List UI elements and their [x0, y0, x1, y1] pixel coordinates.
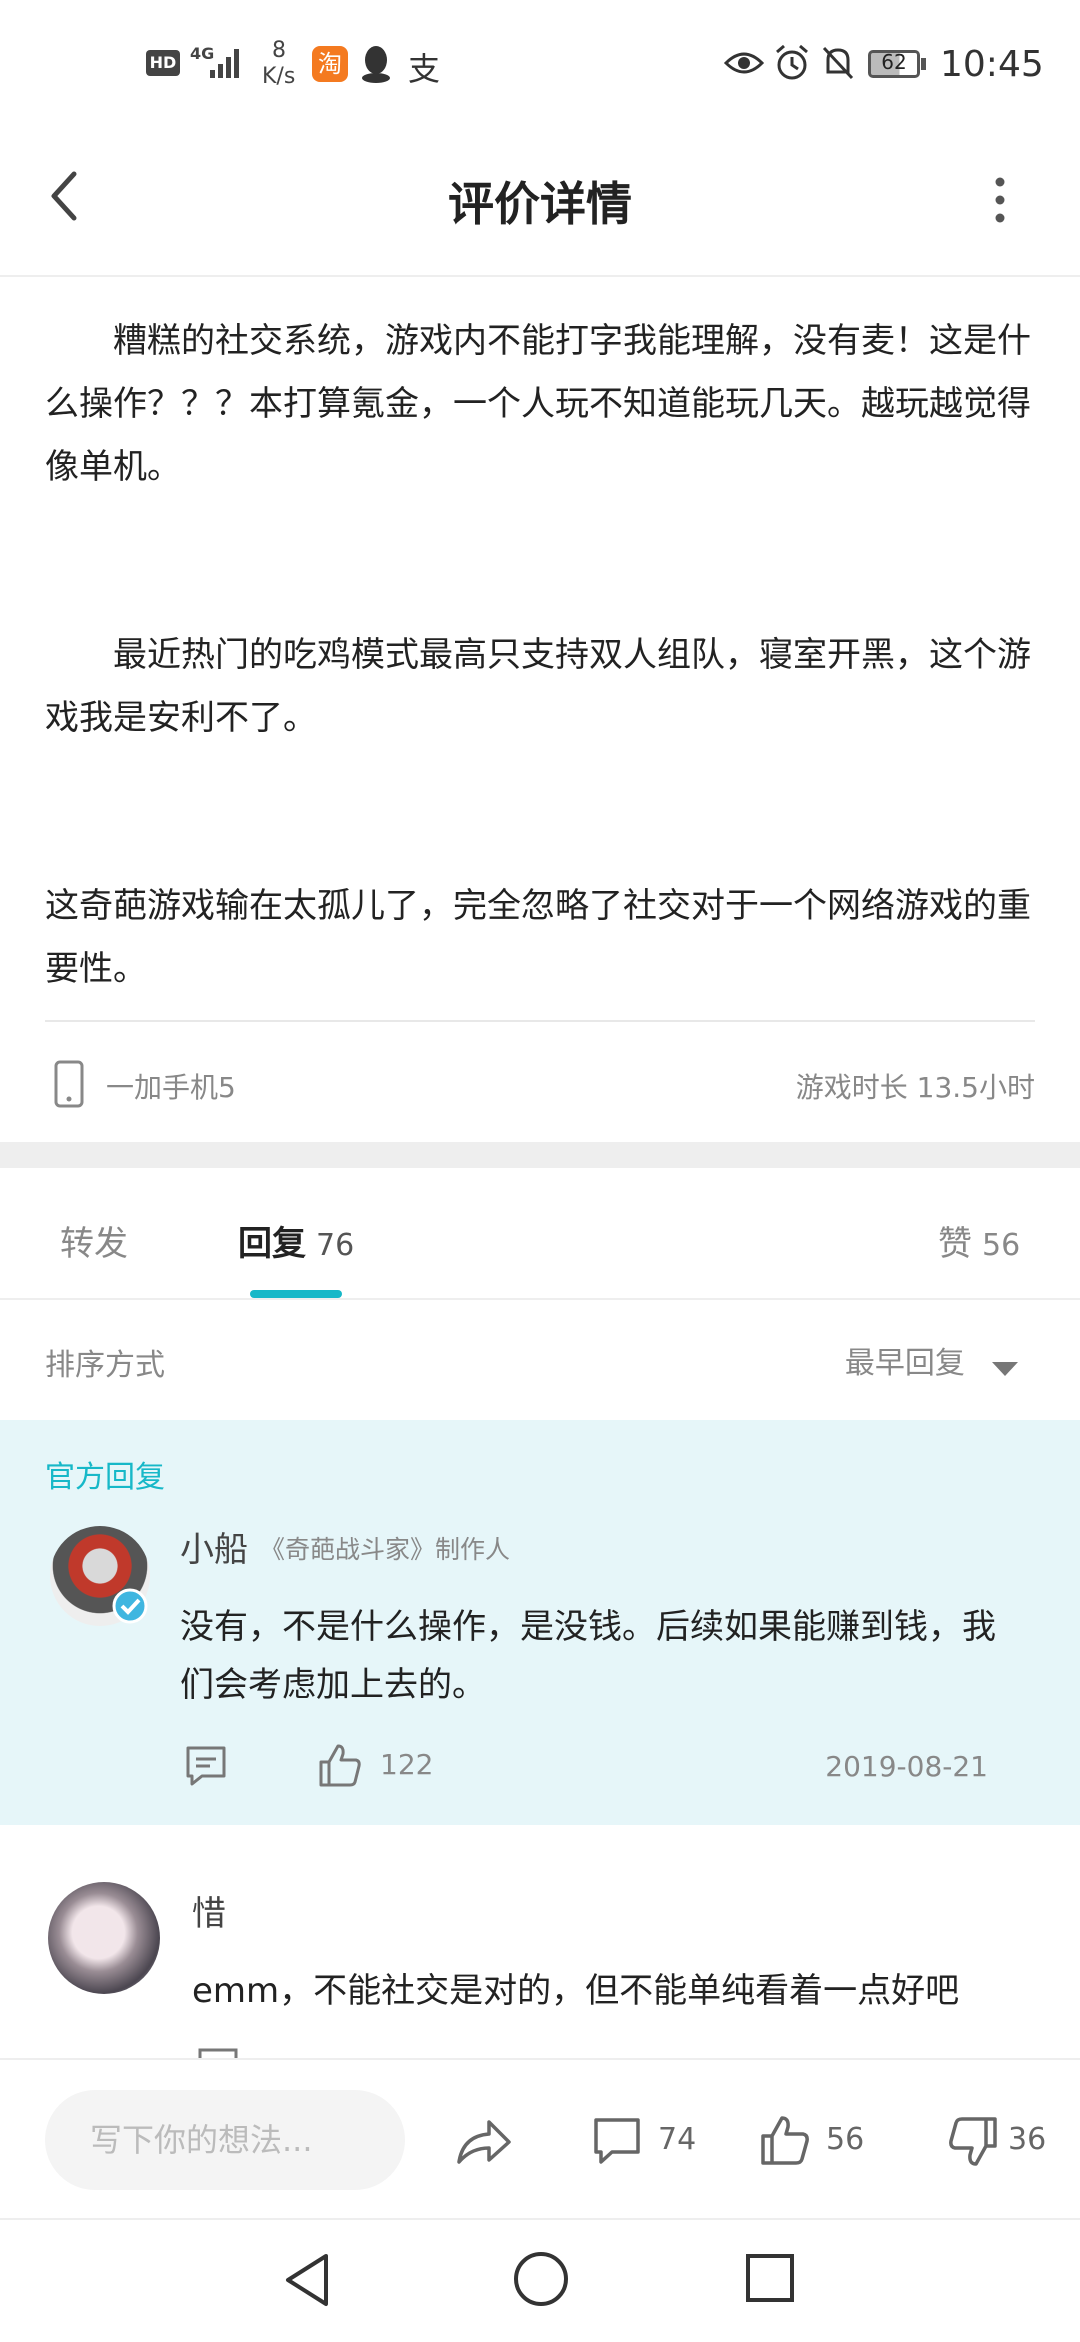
- comment-count: 74: [658, 2122, 697, 2157]
- tab-like-label: 赞: [938, 1224, 972, 1264]
- status-bar: HD 4G 8 K/s 淘 支 62 10:45: [0, 0, 1080, 130]
- net-speed-unit: K/s: [262, 64, 296, 89]
- verified-badge-icon: [112, 1588, 148, 1624]
- comment-icon[interactable]: [592, 2116, 642, 2166]
- tab-like[interactable]: 赞 56: [938, 1216, 1020, 1265]
- review-content: 糟糕的社交系统，游戏内不能打字我能理解，没有麦！这是什么操作？？？本打算氪金，一…: [45, 310, 1035, 1001]
- avatar[interactable]: [48, 1882, 160, 1994]
- nav-home-icon[interactable]: [512, 2250, 570, 2308]
- like-count: 56: [826, 2122, 865, 2157]
- battery-level: 62: [881, 50, 907, 74]
- review-divider: [45, 1020, 1035, 1022]
- review-paragraph-1: 糟糕的社交系统，游戏内不能打字我能理解，没有麦！这是什么操作？？？本打算氪金，一…: [45, 321, 1031, 487]
- comment-author[interactable]: 小船: [180, 1522, 248, 1571]
- review-paragraph-2: 最近热门的吃鸡模式最高只支持双人组队，寝室开黑，这个游戏我是安利不了。: [45, 635, 1031, 738]
- qq-icon: [362, 46, 390, 83]
- nav-recents-icon[interactable]: [744, 2252, 796, 2304]
- sort-label: 排序方式: [45, 1348, 165, 1383]
- battery-tip: [921, 58, 926, 70]
- page-title: 评价详情: [448, 177, 632, 231]
- official-reply-body: 没有，不是什么操作，是没钱。后续如果能赚到钱，我们会考虑加上去的。: [180, 1607, 996, 1705]
- tab-reply-count: 76: [316, 1228, 355, 1263]
- dropdown-triangle-icon: [992, 1361, 1018, 1376]
- eye-icon: [724, 52, 764, 74]
- net-speed-value: 8: [272, 38, 286, 63]
- comment-input[interactable]: 写下你的想法...: [45, 2090, 405, 2190]
- phone-icon: [54, 1060, 84, 1108]
- tab-reply[interactable]: 回复 76: [238, 1216, 354, 1265]
- system-nav-bar: [0, 2218, 1080, 2342]
- alarm-icon: [776, 44, 808, 80]
- battery-icon: 62: [868, 50, 920, 78]
- tab-forward[interactable]: 转发: [60, 1216, 128, 1265]
- bottom-action-bar: 写下你的想法... 74 56 36: [0, 2058, 1080, 2220]
- author-title: 《奇葩战斗家》制作人: [260, 1535, 511, 1564]
- section-separator: [0, 1142, 1080, 1168]
- comment-author[interactable]: 惜: [192, 1886, 226, 1935]
- official-reply-tag: 官方回复: [45, 1460, 165, 1495]
- alipay-icon: 支: [408, 50, 441, 88]
- nav-back-icon[interactable]: [282, 2250, 334, 2310]
- tab-bar: 转发 回复 76 赞 56: [0, 1168, 1080, 1300]
- active-tab-indicator: [250, 1290, 342, 1298]
- reply-body: emm，不能社交是对的，但不能单纯看着一点好吧: [192, 1971, 960, 2011]
- header: 评价详情: [0, 130, 1080, 277]
- signal-icon: [210, 49, 239, 78]
- dislike-count: 36: [1008, 2122, 1047, 2157]
- official-reply-date: 2019-08-21: [825, 1750, 988, 1783]
- thumbs-up-icon[interactable]: [318, 1742, 362, 1788]
- comment-icon[interactable]: [196, 2046, 240, 2058]
- taobao-icon: 淘: [312, 46, 348, 82]
- hd-icon: HD: [146, 50, 180, 76]
- list-item: 惜 emm，不能社交是对的，但不能单纯看着一点好吧: [0, 1826, 1080, 2058]
- share-icon[interactable]: [455, 2116, 513, 2166]
- play-time: 游戏时长 13.5小时: [795, 1071, 1035, 1104]
- official-reply-card: 官方回复 小船 《奇葩战斗家》制作人 没有，不是什么操作，是没钱。后续如果能赚到…: [0, 1420, 1080, 1825]
- review-paragraph-3: 这奇葩游戏输在太孤儿了，完全忽略了社交对于一个网络游戏的重要性。: [45, 886, 1031, 989]
- tab-reply-label: 回复: [238, 1224, 306, 1264]
- more-options-icon[interactable]: [990, 170, 1010, 230]
- mute-icon: [822, 46, 854, 80]
- thumbs-down-icon[interactable]: [948, 2116, 998, 2168]
- tab-like-count: 56: [982, 1228, 1021, 1263]
- clock: 10:45: [940, 44, 1044, 85]
- device-name: 一加手机5: [106, 1071, 236, 1104]
- sort-value: 最早回复: [844, 1346, 965, 1381]
- sort-row: 排序方式 最早回复: [0, 1300, 1080, 1418]
- comment-icon[interactable]: [184, 1744, 228, 1788]
- sort-dropdown[interactable]: 最早回复: [845, 1338, 1020, 1382]
- official-like-count: 122: [380, 1748, 434, 1781]
- thumbs-up-icon[interactable]: [760, 2114, 810, 2166]
